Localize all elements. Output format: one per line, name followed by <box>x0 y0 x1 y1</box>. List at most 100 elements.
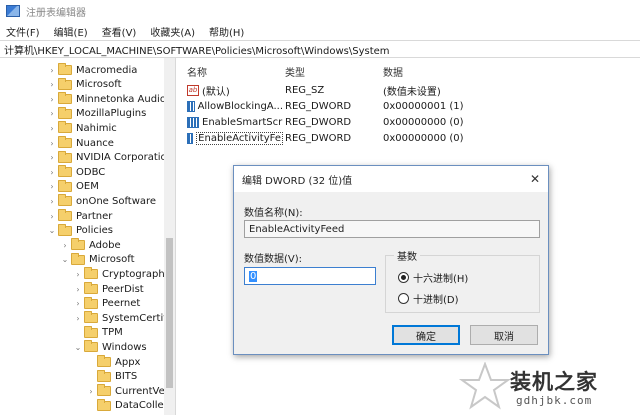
chevron-right-icon[interactable]: › <box>87 384 95 398</box>
folder-icon <box>71 238 85 251</box>
tree-item[interactable]: › ODBC <box>48 165 105 179</box>
tree-item[interactable]: ⌄ Windows <box>74 340 147 354</box>
folder-icon <box>58 63 72 75</box>
no-expander <box>87 370 95 384</box>
watermark-main-text: 装机之家 <box>510 369 598 394</box>
tree-item[interactable]: › Microsoft <box>48 77 122 92</box>
chevron-down-icon[interactable]: ⌄ <box>48 224 56 238</box>
tree-item[interactable]: › Minnetonka Audio S <box>48 92 175 106</box>
folder-icon <box>84 296 98 309</box>
tree-item[interactable]: › OEM <box>48 179 99 194</box>
menu-favorites[interactable]: 收藏夹(A) <box>144 24 203 39</box>
close-icon[interactable]: ✕ <box>528 172 542 186</box>
chevron-right-icon[interactable]: › <box>48 107 56 121</box>
value-data: 0x00000000 (0) <box>383 116 464 128</box>
address-bar[interactable]: 计算机\HKEY_LOCAL_MACHINE\SOFTWARE\Policies… <box>0 40 640 58</box>
chevron-right-icon[interactable]: › <box>74 297 82 311</box>
folder-icon <box>97 355 111 367</box>
tree-item[interactable]: › NVIDIA Corporation <box>48 150 173 165</box>
tree-item[interactable]: › Macromedia <box>48 63 137 77</box>
value-data-input[interactable]: 0 <box>244 267 376 285</box>
string-value-icon: ab <box>187 84 199 96</box>
column-header-data[interactable]: 数据 <box>383 64 403 79</box>
tree-item-label: Partner <box>76 210 113 222</box>
tree-item[interactable]: › onOne Software <box>48 194 156 208</box>
chevron-right-icon[interactable]: › <box>48 121 56 135</box>
chevron-right-icon[interactable]: › <box>74 267 82 281</box>
tree-item-label: Microsoft <box>89 254 135 266</box>
tree-item-label: Minnetonka Audio S <box>76 93 176 105</box>
chevron-right-icon[interactable]: › <box>61 238 69 252</box>
tree-item[interactable]: › MozillaPlugins <box>48 106 146 121</box>
column-header-name[interactable]: 名称 <box>187 64 207 79</box>
tree-item[interactable]: › CurrentVers <box>87 384 174 398</box>
value-name: AllowBlockingA... <box>197 100 283 112</box>
value-type: REG_DWORD <box>285 132 352 144</box>
chevron-down-icon[interactable]: ⌄ <box>74 340 82 354</box>
value-name: EnableSmartScr <box>202 116 283 128</box>
value-name-field[interactable]: EnableActivityFeed <box>244 220 540 238</box>
chevron-right-icon[interactable]: › <box>48 78 56 92</box>
tree-item[interactable]: › PeerDist <box>74 282 144 296</box>
value-row[interactable]: ab (默认) REG_SZ (数值未设置) <box>183 82 633 98</box>
watermark-star-icon <box>458 362 512 410</box>
menu-view[interactable]: 查看(V) <box>96 24 145 39</box>
window-title: 注册表编辑器 <box>26 7 86 19</box>
menu-edit[interactable]: 编辑(E) <box>48 24 96 39</box>
folder-icon <box>58 136 72 148</box>
watermark-url: gdhjbk.com <box>516 394 593 407</box>
value-row[interactable]: AllowBlockingA... REG_DWORD 0x00000001 (… <box>183 98 633 114</box>
radio-checked-icon <box>398 272 409 283</box>
menu-file[interactable]: 文件(F) <box>0 24 48 39</box>
menu-help[interactable]: 帮助(H) <box>203 24 252 39</box>
tree-item[interactable]: TPM <box>74 325 123 340</box>
folder-icon <box>84 340 98 353</box>
value-name-label: 数值名称(N): <box>244 208 303 219</box>
tree-item[interactable]: ⌄ Policies <box>48 223 113 238</box>
chevron-right-icon[interactable]: › <box>74 311 82 325</box>
tree-item[interactable]: › Nahimic <box>48 121 117 135</box>
chevron-right-icon[interactable]: › <box>48 180 56 194</box>
tree-item-label: Nahimic <box>76 122 117 134</box>
folder-icon <box>58 106 72 119</box>
value-row[interactable]: EnableSmartScr REG_DWORD 0x00000000 (0) <box>183 114 633 130</box>
tree-item[interactable]: › Nuance <box>48 136 114 150</box>
chevron-right-icon[interactable]: › <box>48 92 56 106</box>
tree-item[interactable]: › Adobe <box>61 238 121 252</box>
tree-item[interactable]: › Peernet <box>74 296 141 311</box>
tree-scrollbar[interactable] <box>164 58 175 415</box>
tree-item-label: Peernet <box>102 298 141 310</box>
tree-item[interactable]: › Cryptography <box>74 267 171 281</box>
radio-hexadecimal[interactable]: 十六进制(H) <box>398 270 468 285</box>
chevron-right-icon[interactable]: › <box>74 282 82 296</box>
tree-item-label: BITS <box>115 371 138 383</box>
chevron-down-icon[interactable]: ⌄ <box>61 253 69 267</box>
chevron-right-icon[interactable]: › <box>48 151 56 165</box>
tree-item[interactable]: DataCollect <box>87 398 173 413</box>
tree-item[interactable]: BITS <box>87 369 138 384</box>
tree-scrollbar-thumb[interactable] <box>166 238 173 388</box>
value-data: (数值未设置) <box>383 86 441 98</box>
value-name: EnableActivityFe <box>196 131 283 145</box>
value-type: REG_SZ <box>285 84 325 96</box>
chevron-right-icon[interactable]: › <box>48 136 56 150</box>
chevron-right-icon[interactable]: › <box>48 63 56 77</box>
ok-button[interactable]: 确定 <box>392 325 460 345</box>
tree-item[interactable]: › Partner <box>48 209 112 223</box>
no-expander <box>87 399 95 413</box>
tree-item[interactable]: ⌄ Microsoft <box>61 252 135 267</box>
folder-icon <box>58 209 72 221</box>
cancel-button[interactable]: 取消 <box>470 325 538 345</box>
radio-decimal[interactable]: 十进制(D) <box>398 291 459 306</box>
value-row-selected[interactable]: EnableActivityFe REG_DWORD 0x00000000 (0… <box>183 130 633 146</box>
chevron-right-icon[interactable]: › <box>48 165 56 179</box>
tree-item-label: Windows <box>102 341 147 353</box>
tree-item[interactable]: › SystemCertific <box>74 311 175 325</box>
tree-item[interactable]: Appx <box>87 355 140 369</box>
tree-item-label: ODBC <box>76 166 106 178</box>
folder-icon <box>58 77 72 90</box>
column-header-type[interactable]: 类型 <box>285 64 305 79</box>
chevron-right-icon[interactable]: › <box>48 209 56 223</box>
chevron-right-icon[interactable]: › <box>48 194 56 208</box>
tree-item-label: Adobe <box>89 239 121 251</box>
